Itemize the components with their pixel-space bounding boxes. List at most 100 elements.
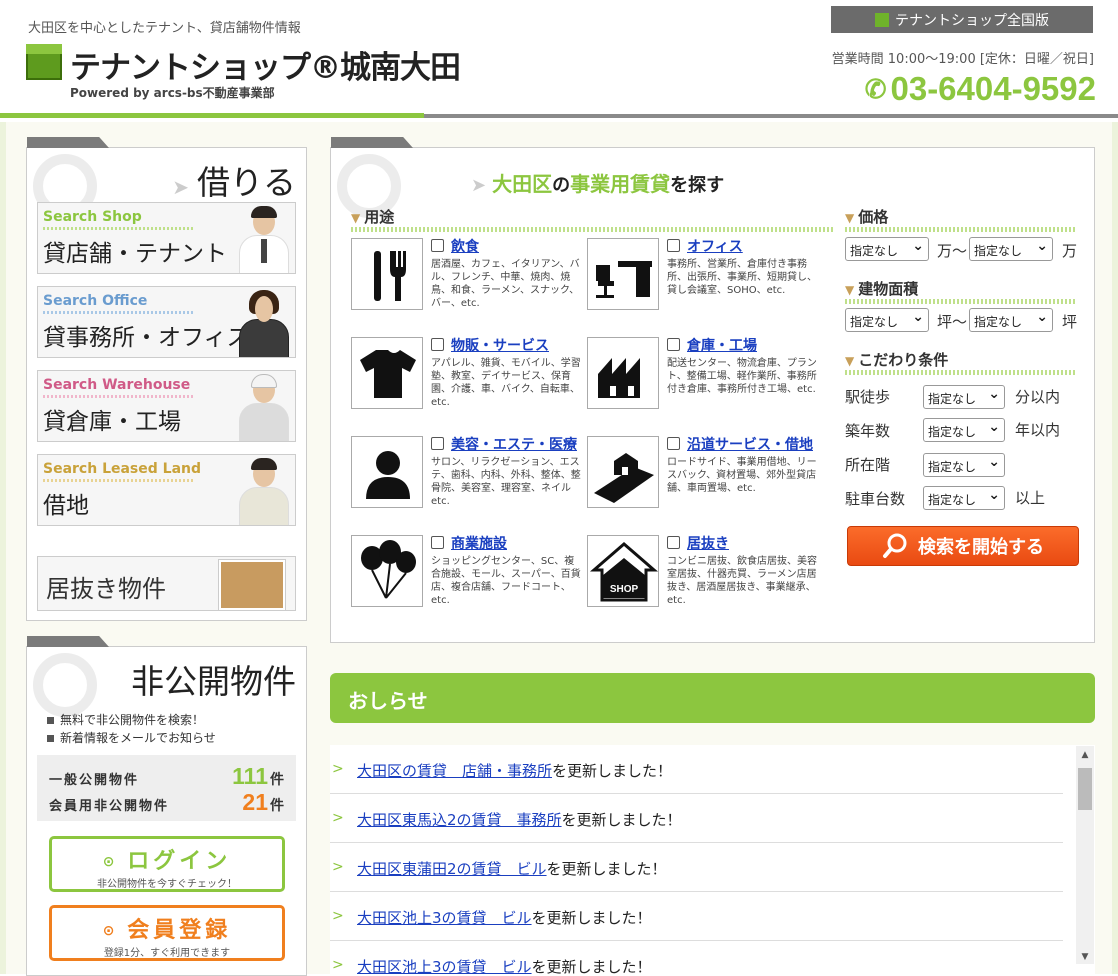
panel-tab <box>331 137 413 148</box>
divider <box>43 311 193 314</box>
news-link[interactable]: 大田区の賃貸 店舗・事務所 <box>357 762 552 780</box>
use-description: アパレル、雑貨、モバイル、学習塾、教室、デイサービス、保育園、介護、車、バイク、… <box>431 358 581 408</box>
news-link[interactable]: 大田区池上3の賃貸 ビル <box>357 958 532 974</box>
news-list: > 大田区の賃貸 店舗・事務所を更新しました！ > 大田区東馬込2の賃貸 事務所を更… <box>330 745 1095 974</box>
general-count-row: 一般公開物件 111 件 <box>49 763 289 790</box>
tshirt-icon <box>351 337 423 409</box>
use-description: サロン、リラクゼーション、エステ、歯科、内科、外科、整体、整骨院、美容室、理容室… <box>431 457 581 507</box>
count-unit: 件 <box>270 772 286 788</box>
use-checkbox[interactable] <box>667 536 680 549</box>
panel-tab <box>27 636 109 647</box>
news-scrollbar[interactable]: ▲ ▼ <box>1076 746 1094 964</box>
private-title: 非公開物件 <box>131 662 296 701</box>
news-suffix: を更新しました！ <box>531 909 652 927</box>
divider <box>351 227 835 232</box>
price-unit: 万 <box>1062 242 1078 260</box>
national-site-label: テナントショップ全国版 <box>895 12 1049 29</box>
use-checkbox[interactable] <box>431 437 444 450</box>
use-name[interactable]: 物販・サービス <box>451 335 549 355</box>
news-link[interactable]: 大田区池上3の賃貸 ビル <box>357 909 532 927</box>
fork-knife-icon <box>351 238 423 310</box>
private-bullets: 無料で非公開物件を検索！ 新着情報をメールでお知らせ <box>47 711 216 747</box>
divider <box>845 227 1077 232</box>
use-checkbox[interactable] <box>667 437 680 450</box>
inuki-link[interactable]: 居抜き物件 <box>37 556 296 611</box>
building-age-select[interactable]: 指定なし <box>923 418 1005 442</box>
use-commercial[interactable]: 商業施設 ショッピングセンター、SC、複合施設、モール、スーパー、百貨店、複合店… <box>351 535 583 609</box>
price-min-select[interactable]: 指定なし <box>845 237 929 261</box>
category-en-label: Search Shop <box>43 209 142 225</box>
station-walk-suffix: 分以内 <box>1015 388 1061 406</box>
landowner-photo <box>233 455 295 525</box>
use-inuki[interactable]: SHOP 居抜き コンビニ居抜、飲食店居抜、美容室居抜、什器売買、ラーメン店居抜… <box>587 535 819 609</box>
businessman-photo <box>233 203 295 273</box>
member-count: 21 <box>242 789 268 815</box>
phone-number[interactable]: ✆ 03-6404-9592 <box>865 70 1096 108</box>
news-item: > 大田区の賃貸 店舗・事務所を更新しました！ <box>330 745 1063 794</box>
scroll-down-icon[interactable]: ▼ <box>1076 952 1094 962</box>
category-jp-label: 貸倉庫・工場 <box>43 409 181 435</box>
chevron-right-icon: > <box>332 859 344 875</box>
use-checkbox[interactable] <box>431 338 444 351</box>
logo-cube-icon <box>26 44 62 80</box>
news-item: > 大田区東蒲田2の賃貸 ビルを更新しました！ <box>330 843 1063 892</box>
price-separator: 万～ <box>937 242 968 260</box>
category-warehouse[interactable]: Search Warehouse 貸倉庫・工場 <box>37 370 296 442</box>
scroll-up-icon[interactable]: ▲ <box>1076 750 1094 760</box>
divider <box>43 227 193 230</box>
news-item: > 大田区東馬込2の賃貸 事務所を更新しました！ <box>330 794 1063 843</box>
site-logo[interactable]: テナントショップ®城南大田 Powered by arcs-bs不動産事業部 <box>26 40 461 100</box>
national-site-button[interactable]: テナントショップ全国版 <box>831 6 1093 33</box>
area-separator: 坪～ <box>937 313 968 331</box>
general-count-label: 一般公開物件 <box>49 773 140 788</box>
use-retail[interactable]: 物販・サービス アパレル、雑貨、モバイル、学習塾、教室、デイサービス、保育園、介… <box>351 337 583 411</box>
parking-select[interactable]: 指定なし <box>923 486 1005 510</box>
rent-panel: ➤ 借りる Search Shop 貸店舗・テナント Search Office … <box>26 137 307 621</box>
news-link[interactable]: 大田区東蒲田2の賃貸 ビル <box>357 860 547 878</box>
phone-icon: ✆ <box>864 73 887 104</box>
use-checkbox[interactable] <box>431 536 444 549</box>
divider <box>845 370 1077 375</box>
member-count-label: 会員用非公開物件 <box>49 799 170 814</box>
register-button[interactable]: ⊙ 会員登録 登録1分、すぐ利用できます <box>49 905 285 961</box>
use-checkbox[interactable] <box>667 239 680 252</box>
use-checkbox[interactable] <box>667 338 680 351</box>
parking-suffix: 以上 <box>1015 489 1046 507</box>
use-description: ロードサイド、事業用借地、リースバック、資材置場、郊外型貸店舗、車両置場、etc… <box>667 457 817 494</box>
balloons-icon <box>351 535 423 607</box>
use-office[interactable]: オフィス 事務所、営業所、倉庫付き事務所、出張所、事業所、短期貸し、貸し会議室、… <box>587 238 819 312</box>
logo-subtitle: Powered by arcs-bs不動産事業部 <box>70 86 275 100</box>
area-section-title: ▼ 建物面積 <box>845 280 919 298</box>
roadside-shop-icon <box>587 436 659 508</box>
use-name[interactable]: 飲食 <box>451 236 479 256</box>
use-checkbox[interactable] <box>431 239 444 252</box>
member-count-row: 会員用非公開物件 21 件 <box>49 789 289 816</box>
use-restaurant[interactable]: 飲食 居酒屋、カフェ、イタリアン、バル、フレンチ、中華、焼肉、焼鳥、和食、ラーメ… <box>351 238 583 312</box>
area-min-select[interactable]: 指定なし <box>845 308 929 332</box>
login-button[interactable]: ⊙ ログイン 非公開物件を今すぐチェック！ <box>49 836 285 892</box>
use-name[interactable]: 商業施設 <box>451 533 507 553</box>
use-name[interactable]: 倉庫・工場 <box>687 335 757 355</box>
use-warehouse[interactable]: 倉庫・工場 配送センター、物流倉庫、プラント、整備工場、軽作業所、事務所付き倉庫… <box>587 337 819 411</box>
use-name[interactable]: オフィス <box>687 236 743 256</box>
news-link[interactable]: 大田区東馬込2の賃貸 事務所 <box>357 811 562 829</box>
magnifier-watermark-icon <box>33 653 97 717</box>
start-search-button[interactable]: 検索を開始する <box>847 526 1079 566</box>
count-unit: 件 <box>270 798 286 814</box>
category-office[interactable]: Search Office 貸事務所・オフィス <box>37 286 296 358</box>
category-en-label: Search Leased Land <box>43 461 202 477</box>
station-walk-select[interactable]: 指定なし <box>923 385 1005 409</box>
inuki-label: 居抜き物件 <box>46 575 166 603</box>
scrollbar-thumb[interactable] <box>1078 768 1092 810</box>
price-max-select[interactable]: 指定なし <box>969 237 1053 261</box>
use-name[interactable]: 沿道サービス・借地 <box>687 434 813 454</box>
office-woman-photo <box>233 287 295 357</box>
category-land[interactable]: Search Leased Land 借地 <box>37 454 296 526</box>
use-name[interactable]: 美容・エステ・医療 <box>451 434 577 454</box>
use-name[interactable]: 居抜き <box>687 533 729 553</box>
use-beauty-medical[interactable]: 美容・エステ・医療 サロン、リラクゼーション、エステ、歯科、内科、外科、整体、整… <box>351 436 583 510</box>
area-max-select[interactable]: 指定なし <box>969 308 1053 332</box>
floor-select[interactable]: 指定なし <box>923 453 1005 477</box>
category-shop[interactable]: Search Shop 貸店舗・テナント <box>37 202 296 274</box>
use-roadside[interactable]: 沿道サービス・借地 ロードサイド、事業用借地、リースバック、資材置場、郊外型貸店… <box>587 436 819 510</box>
